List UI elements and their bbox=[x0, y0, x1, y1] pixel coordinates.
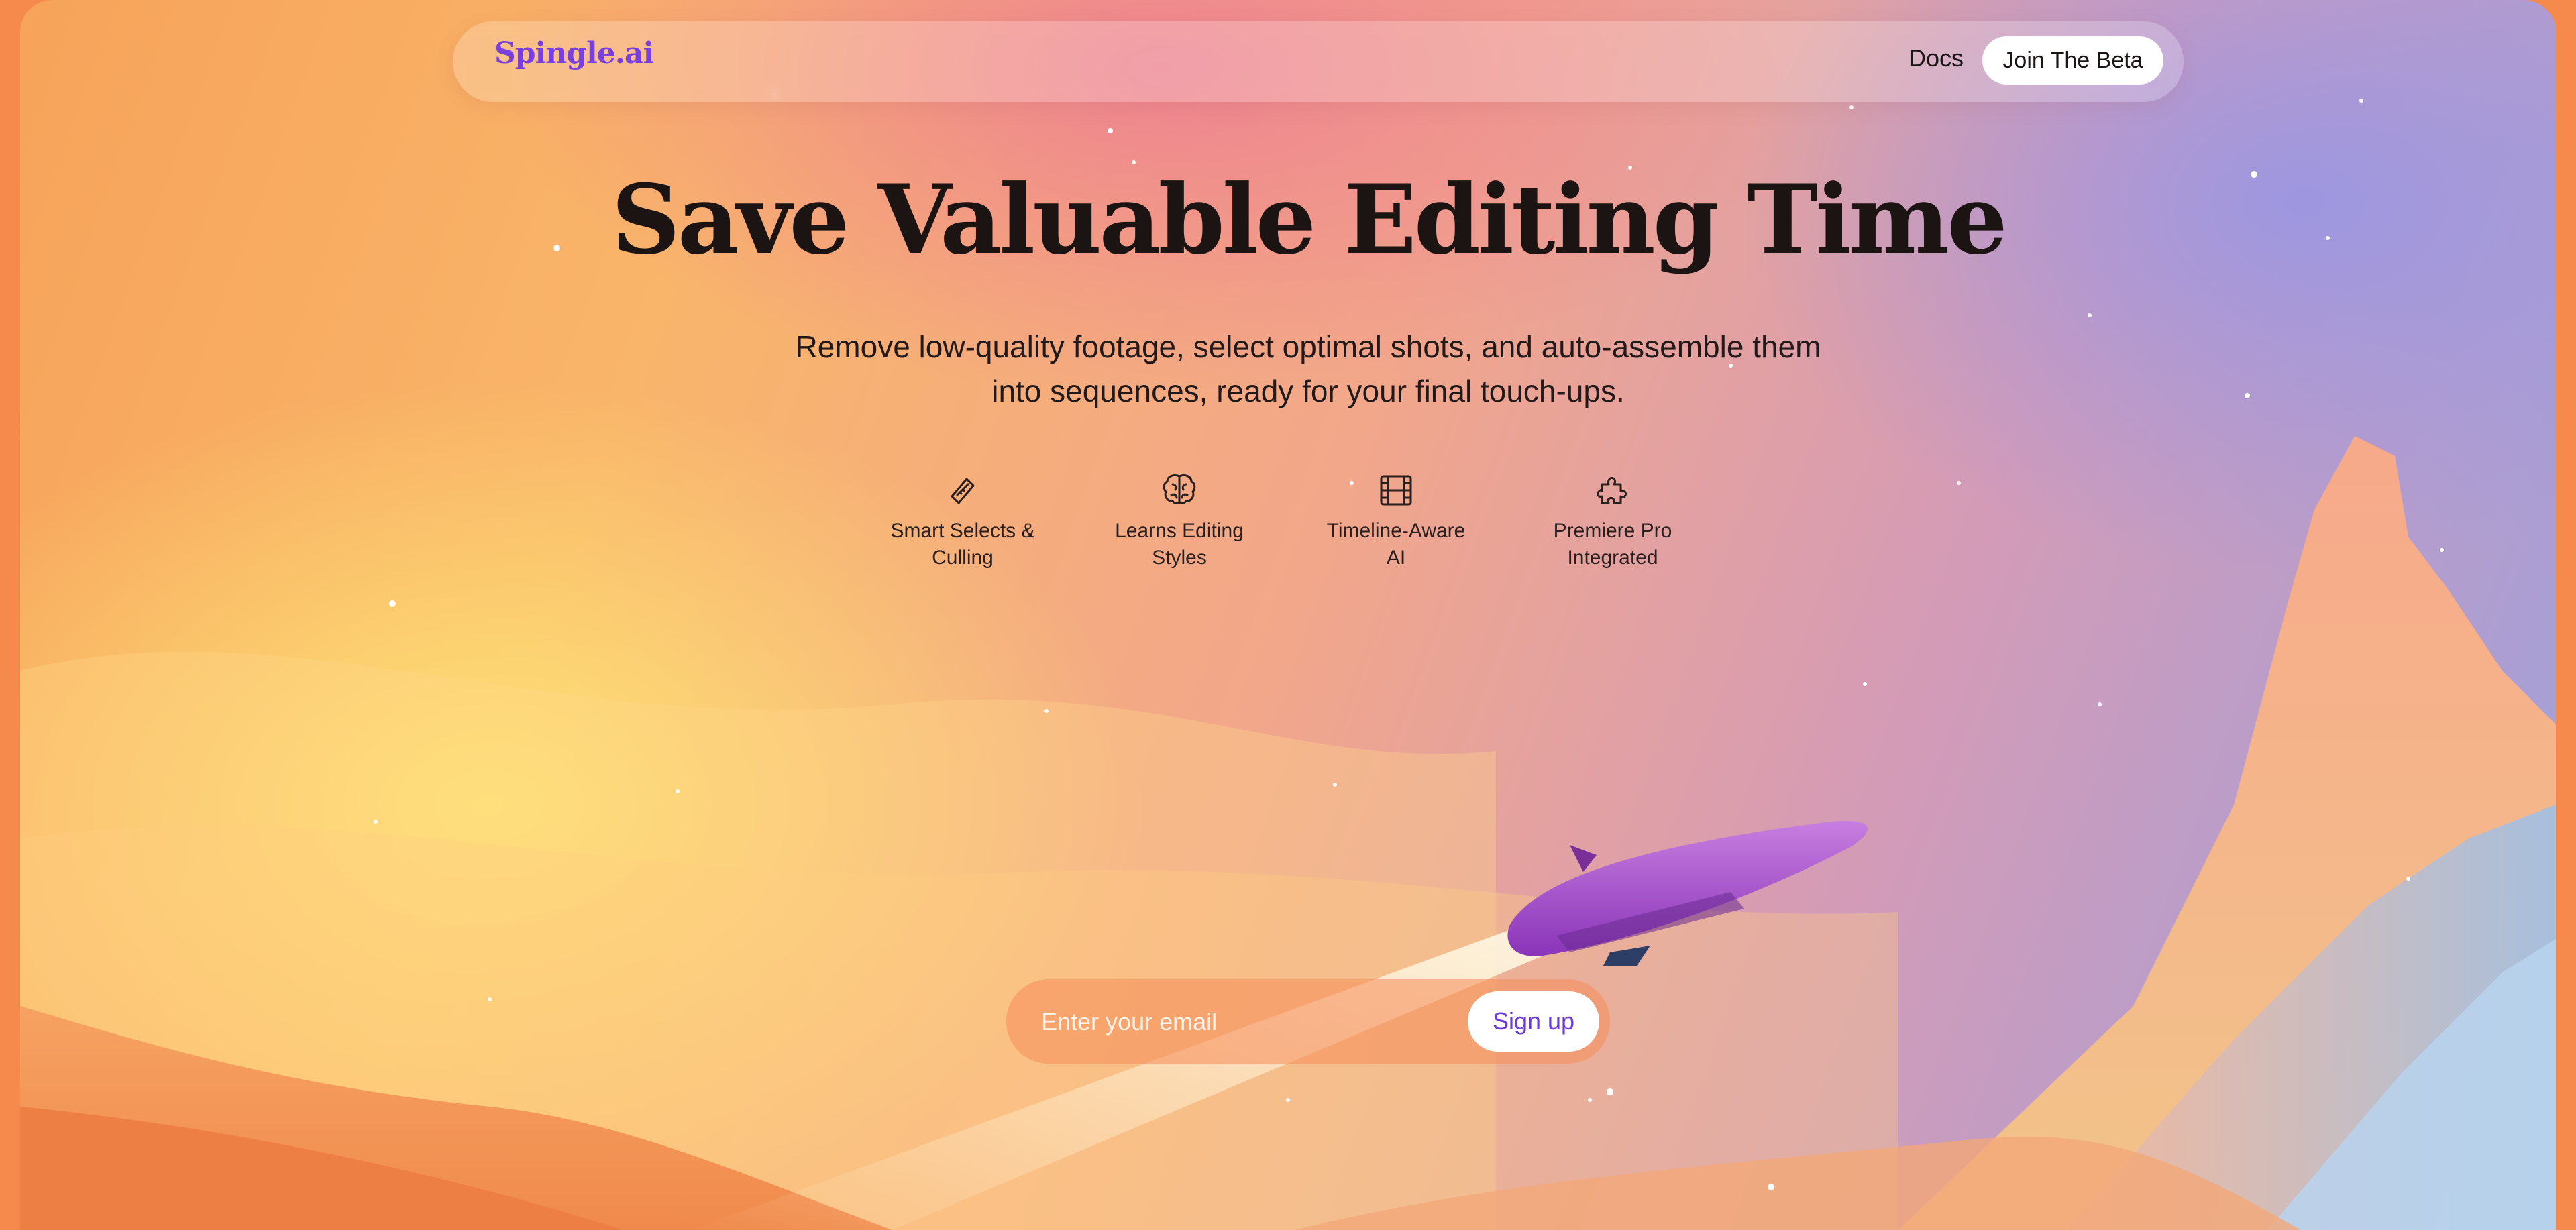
razor-blade-icon bbox=[951, 478, 975, 504]
feature-label: Timeline-Aware AI bbox=[1326, 520, 1466, 569]
logo[interactable]: Spingle.ai bbox=[494, 36, 654, 70]
email-signup-form: Sign up bbox=[1006, 979, 1610, 1064]
feature-timeline-aware: Timeline-Aware AI bbox=[1319, 469, 1473, 571]
feature-smart-selects: Smart Selects & Culling bbox=[885, 469, 1040, 571]
feature-learns-styles: Learns Editing Styles bbox=[1102, 469, 1256, 571]
sign-up-button[interactable]: Sign up bbox=[1468, 991, 1599, 1052]
top-navbar: Spingle.ai Docs Join The Beta bbox=[453, 21, 2184, 102]
docs-link[interactable]: Docs bbox=[1909, 44, 1964, 72]
join-beta-button[interactable]: Join The Beta bbox=[1982, 36, 2163, 85]
brain-icon bbox=[1163, 473, 1196, 504]
feature-label: Learns Editing Styles bbox=[1115, 520, 1244, 569]
feature-premiere-integrated: Premiere Pro Integrated bbox=[1536, 469, 1690, 571]
feature-label: Smart Selects & Culling bbox=[890, 520, 1035, 569]
film-strip-icon bbox=[1380, 475, 1412, 506]
email-input[interactable] bbox=[1040, 998, 1405, 1046]
puzzle-piece-icon bbox=[1597, 476, 1627, 504]
feature-label: Premiere Pro Integrated bbox=[1553, 520, 1672, 569]
page-frame: Spingle.ai Docs Join The Beta Save Valua… bbox=[20, 0, 2556, 1230]
hero-subtitle: Remove low-quality footage, select optim… bbox=[795, 329, 1821, 408]
page-title: Save Valuable Editing Time bbox=[611, 164, 2007, 276]
